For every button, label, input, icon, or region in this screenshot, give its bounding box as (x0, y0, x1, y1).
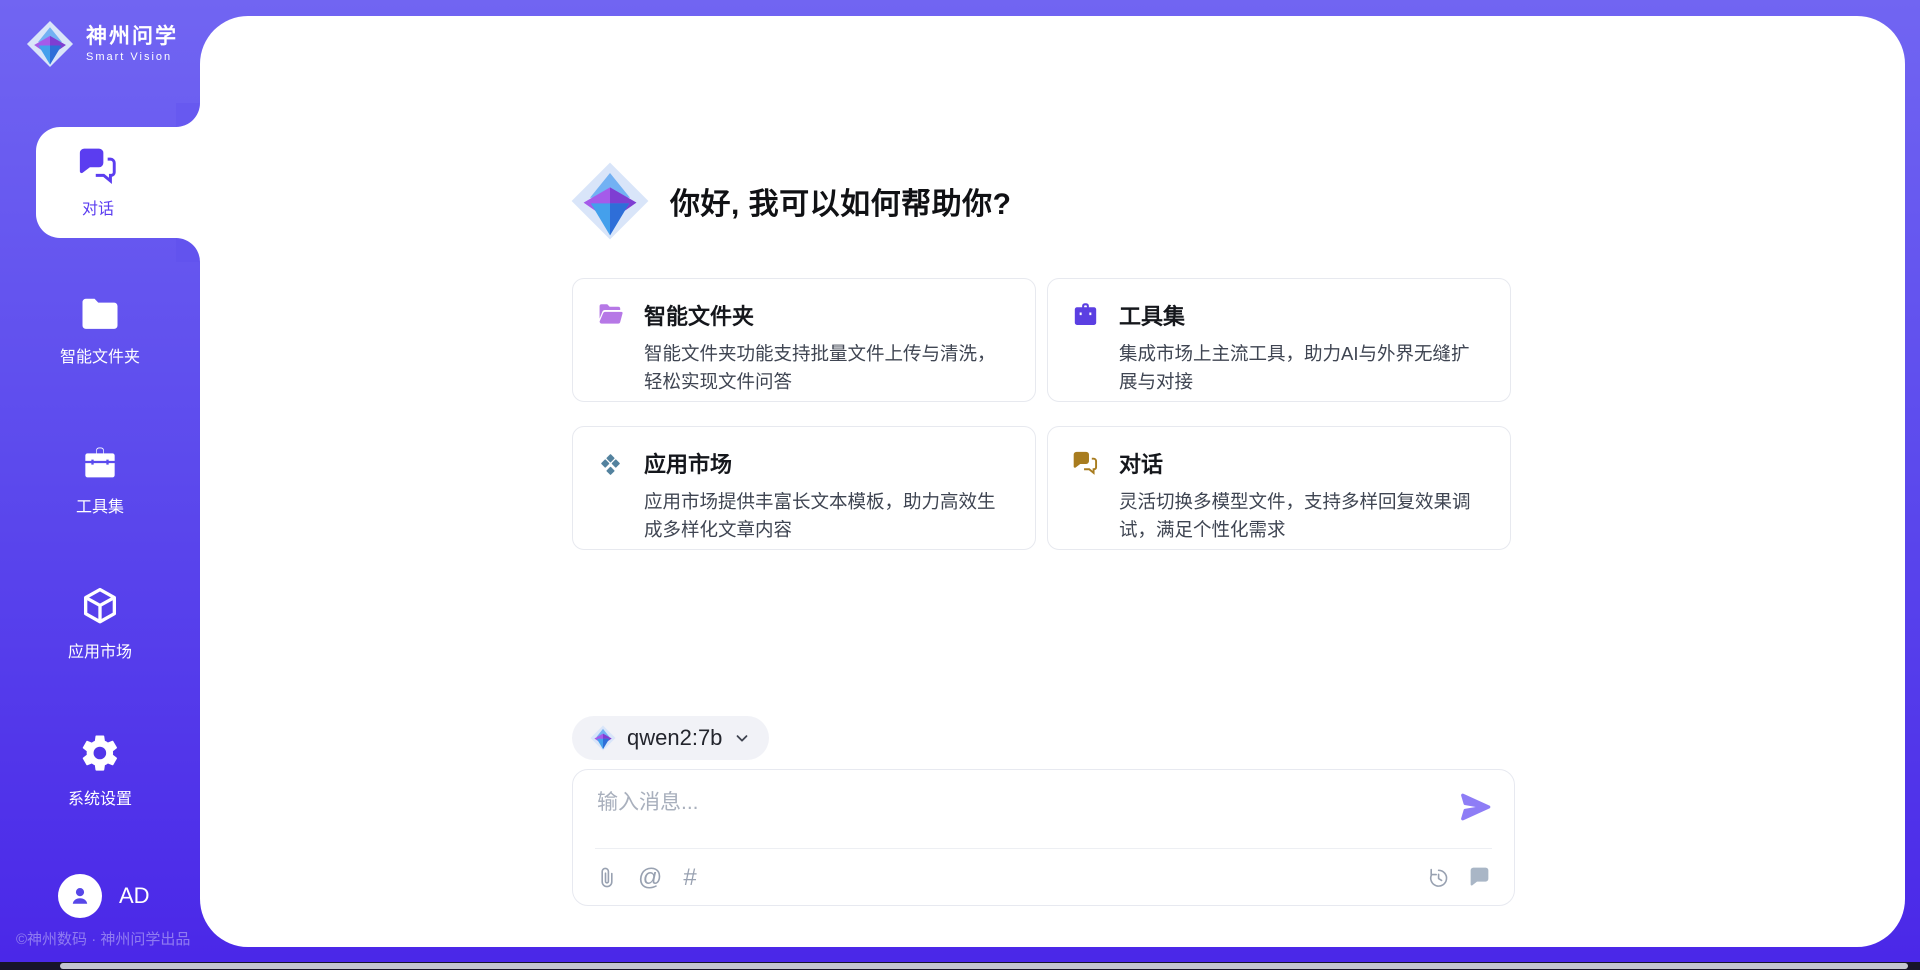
greeting: 你好, 我可以如何帮助你? (570, 161, 1012, 241)
brand-diamond-icon (570, 161, 650, 241)
model-selector[interactable]: qwen2:7b (572, 716, 769, 760)
folder-icon (79, 296, 121, 332)
composer-toolbar: @ # (597, 849, 1492, 906)
hash-icon[interactable]: # (683, 866, 696, 890)
sidebar-footer: ©神州数码 · 神州问学出品 (16, 928, 190, 949)
tab-fillet-top (176, 103, 200, 127)
message-input[interactable] (597, 785, 1437, 821)
card-smart-folder[interactable]: 智能文件夹 智能文件夹功能支持批量文件上传与清洗，轻松实现文件问答 (572, 278, 1036, 402)
sidebar-item-settings[interactable]: 系统设置 (0, 732, 200, 809)
chat-bubbles-icon (1072, 447, 1119, 529)
avatar (58, 874, 102, 918)
app-logo: 神州问学 Smart Vision (26, 20, 178, 68)
card-toolset[interactable]: 工具集 集成市场上主流工具，助力AI与外界无缝扩展与对接 (1047, 278, 1511, 402)
chevron-down-icon (733, 729, 751, 747)
message-composer: @ # (572, 769, 1515, 906)
attachment-icon[interactable] (597, 866, 617, 890)
user-account[interactable]: AD (58, 874, 150, 918)
model-name: qwen2:7b (627, 725, 722, 751)
app-tagline: Smart Vision (86, 51, 178, 63)
card-title: 工具集 (1119, 299, 1486, 331)
cube-icon (79, 585, 121, 627)
brand-diamond-icon (590, 725, 616, 751)
history-icon[interactable] (1426, 866, 1450, 890)
send-icon[interactable] (1458, 789, 1494, 825)
sidebar-item-smart-folder[interactable]: 智能文件夹 (0, 296, 200, 367)
at-icon[interactable]: @ (638, 866, 662, 890)
sidebar-item-label: 智能文件夹 (60, 343, 140, 367)
sidebar-item-label: 对话 (82, 195, 114, 219)
brand-diamond-icon (26, 20, 74, 68)
card-title: 对话 (1119, 447, 1486, 479)
greeting-title: 你好, 我可以如何帮助你? (670, 179, 1012, 223)
card-title: 智能文件夹 (644, 299, 1011, 331)
card-description: 应用市场提供丰富长文本模板，助力高效生成多样化文章内容 (644, 488, 1011, 544)
card-description: 灵活切换多模型文件，支持多样回复效果调试，满足个性化需求 (1119, 488, 1486, 544)
tab-fillet-bottom (176, 238, 200, 262)
scrollbar-thumb[interactable] (60, 963, 1908, 969)
app-name: 神州问学 (86, 25, 178, 49)
sidebar-item-toolset[interactable]: 工具集 (0, 444, 200, 517)
card-app-market[interactable]: 应用市场 应用市场提供丰富长文本模板，助力高效生成多样化文章内容 (572, 426, 1036, 550)
briefcase-icon (80, 444, 120, 482)
feature-cards: 智能文件夹 智能文件夹功能支持批量文件上传与清洗，轻松实现文件问答 工具集 集成… (572, 278, 1515, 550)
sidebar-item-label: 工具集 (76, 493, 124, 517)
folder-open-icon (597, 299, 644, 381)
sidebar-item-label: 系统设置 (68, 785, 132, 809)
sidebar-item-app-market[interactable]: 应用市场 (0, 585, 200, 662)
sidebar-item-chat[interactable]: 对话 (36, 127, 200, 238)
card-description: 智能文件夹功能支持批量文件上传与清洗，轻松实现文件问答 (644, 340, 1011, 396)
cube-grid-icon (597, 447, 644, 529)
briefcase-icon (1072, 299, 1119, 381)
card-chat[interactable]: 对话 灵活切换多模型文件，支持多样回复效果调试，满足个性化需求 (1047, 426, 1511, 550)
card-title: 应用市场 (644, 447, 1011, 479)
horizontal-scrollbar[interactable] (0, 962, 1920, 970)
sidebar-item-label: 应用市场 (68, 638, 132, 662)
chat-solid-icon[interactable] (1467, 866, 1492, 889)
gear-icon (79, 732, 121, 774)
user-name: AD (119, 883, 150, 909)
card-description: 集成市场上主流工具，助力AI与外界无缝扩展与对接 (1119, 340, 1486, 396)
chat-bubbles-icon (77, 146, 119, 184)
